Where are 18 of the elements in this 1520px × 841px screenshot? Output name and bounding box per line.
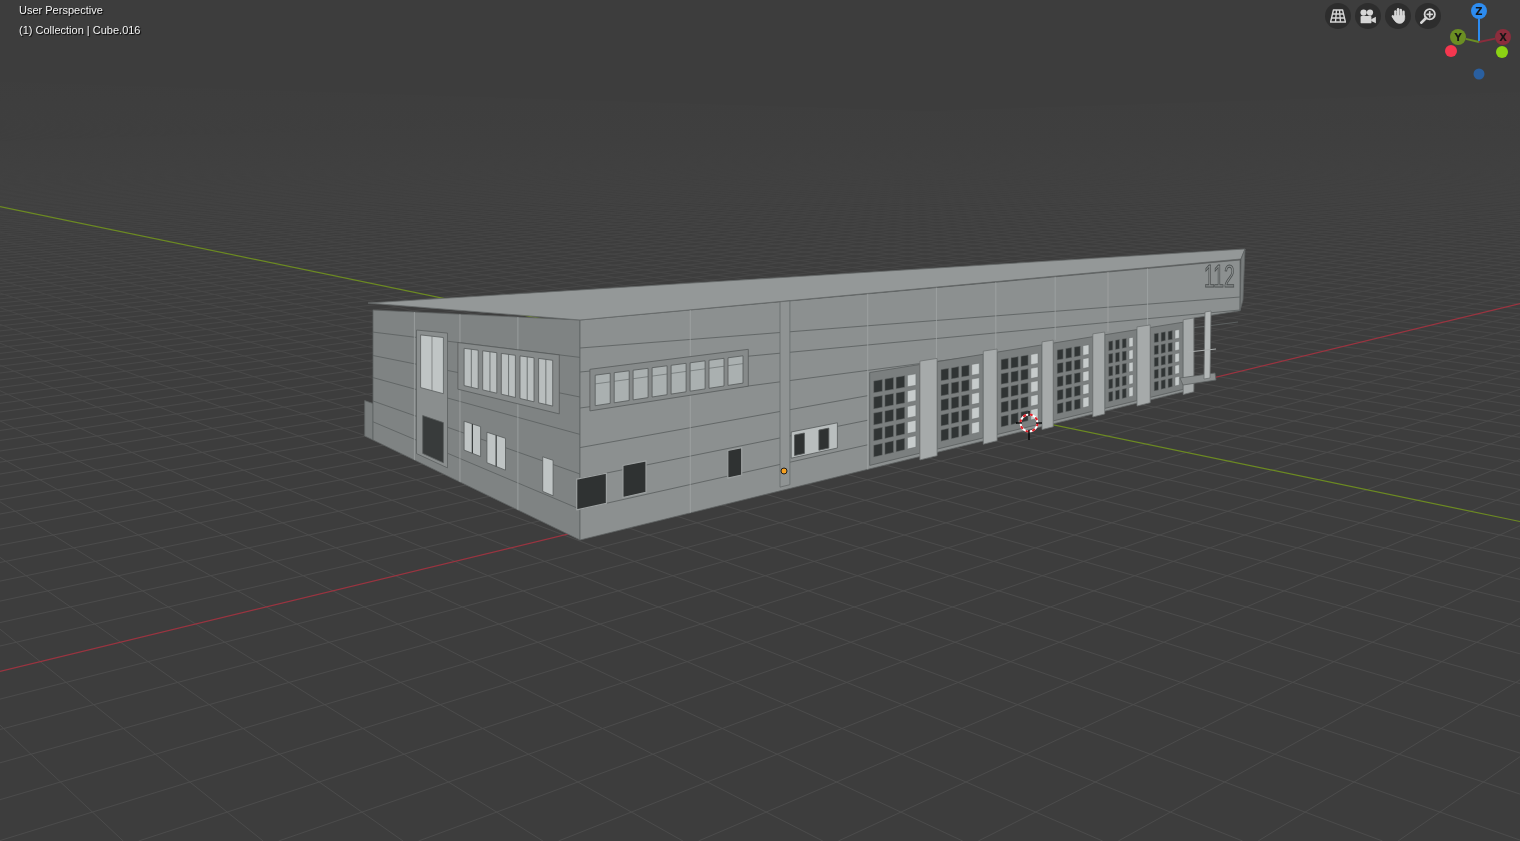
zoom-view-button[interactable] — [1415, 3, 1441, 29]
view-name: User Perspective — [19, 3, 104, 18]
cursor-crosshair-icon — [1015, 410, 1043, 441]
axis-dot-icon[interactable] — [1473, 68, 1485, 80]
pan-view-button[interactable] — [1385, 3, 1411, 29]
object-info: (1) Collection | Cube.016 — [19, 23, 141, 38]
zoom-icon — [1420, 8, 1436, 24]
axis-dot-icon[interactable] — [1496, 46, 1508, 58]
axis-handle[interactable]: Y — [1450, 29, 1466, 45]
axis-dot-icon[interactable] — [1445, 45, 1457, 57]
camera-view-button[interactable] — [1355, 3, 1381, 29]
perspective-grid-icon — [1330, 8, 1346, 24]
origin-dot-icon — [780, 467, 788, 475]
movie-camera-icon — [1360, 8, 1376, 24]
hand-icon — [1390, 8, 1406, 24]
projection-toggle-button[interactable] — [1325, 3, 1351, 29]
building-number: 112 — [1204, 257, 1235, 294]
axis-handle[interactable]: Z — [1471, 3, 1487, 19]
